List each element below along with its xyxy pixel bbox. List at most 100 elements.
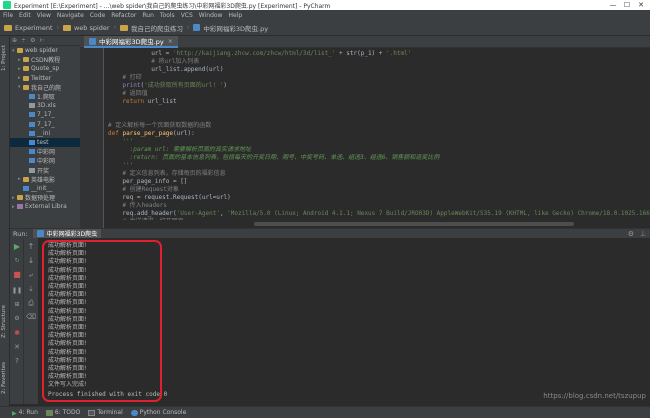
menu-file[interactable]: File bbox=[3, 12, 13, 19]
editor-tab-active[interactable]: 中彩网福彩3D爬虫.py × bbox=[84, 36, 178, 48]
run-toolbar-secondary: ↑ ↓ ⤶ ⇣ ⎙ ⌫ bbox=[24, 238, 38, 404]
help-icon[interactable]: ? bbox=[12, 356, 22, 366]
console-line: 成功解析页面! bbox=[48, 365, 87, 372]
close-tab-icon[interactable]: × bbox=[168, 38, 173, 45]
code-token: # 打印 bbox=[122, 74, 142, 81]
menu-run[interactable]: Run bbox=[142, 12, 154, 19]
menu-code[interactable]: Code bbox=[90, 12, 105, 19]
up-arrow-icon[interactable]: ↑ bbox=[26, 242, 36, 252]
code-line: return url_list bbox=[122, 98, 176, 106]
pause-icon[interactable]: ❚❚ bbox=[12, 286, 22, 296]
gear-icon[interactable]: ⚙ bbox=[628, 230, 634, 238]
maximize-button[interactable]: ☐ bbox=[620, 0, 634, 10]
tree-item[interactable]: 7_17_ bbox=[10, 110, 80, 119]
tree-item[interactable]: ▸ Twitter bbox=[10, 74, 80, 83]
breadcrumb-item-practice[interactable]: 我自己的爬虫练习 bbox=[120, 23, 183, 33]
tree-item-label: Quote_sp bbox=[31, 65, 60, 73]
project-tree: ▾ web spider ▸ CSDN教程 ▸ Quote_sp ▸ Twitter ▾ 我自己的… bbox=[10, 46, 80, 211]
menu-tools[interactable]: Tools bbox=[160, 12, 175, 19]
tree-item[interactable]: __init__ bbox=[10, 184, 80, 193]
bottom-tab-label: 6: TODO bbox=[54, 409, 81, 416]
folder-icon bbox=[120, 24, 128, 31]
tree-item[interactable]: 中彩网 bbox=[10, 147, 80, 156]
close-run-icon[interactable]: ✕ bbox=[12, 342, 22, 352]
folder-icon bbox=[62, 24, 71, 31]
menu-navigate[interactable]: Navigate bbox=[57, 12, 84, 19]
console-line: 成功解析页面! bbox=[48, 299, 87, 307]
code-line: url_list.append(url) bbox=[151, 66, 223, 74]
code-token: url_list bbox=[147, 98, 177, 105]
collapse-icon[interactable]: ÷ bbox=[21, 37, 26, 44]
title-bar: Experiment [E:\Experiment] - ...\web spi… bbox=[0, 0, 650, 10]
tree-item[interactable]: ▸ 英雄电影 bbox=[10, 175, 80, 184]
dump-threads-icon[interactable]: ⊞ bbox=[12, 300, 22, 310]
tree-item-label: 我自己的爬 bbox=[31, 84, 62, 92]
down-arrow-icon[interactable]: ↓ bbox=[26, 256, 36, 266]
bottom-tab-python-console[interactable]: Python Console bbox=[130, 409, 186, 416]
project-panel: ⊕ ÷ ⚙ ⊢ ▾ web spider ▸ CSDN教程 ▸ Quote_sp ▸ Twit… bbox=[10, 36, 80, 228]
breadcrumb-label: web spider bbox=[73, 23, 110, 32]
menu-edit[interactable]: Edit bbox=[19, 12, 31, 19]
breadcrumb-item-experiment[interactable]: Experiment bbox=[4, 24, 53, 32]
breadcrumb-label: 中彩网福彩3D爬虫.py bbox=[203, 24, 269, 33]
editor-tab-label: 中彩网福彩3D爬虫.py bbox=[99, 38, 164, 46]
scrollbar-thumb[interactable] bbox=[254, 222, 574, 226]
code-editor[interactable]: url = 'http://kaijiang.zhcw.com/zhcw/htm… bbox=[104, 48, 650, 228]
menu-help[interactable]: Help bbox=[228, 12, 242, 19]
bottom-tab-todo[interactable]: 6: TODO bbox=[45, 409, 81, 416]
hide-panel-icon[interactable]: ⊥ bbox=[640, 230, 646, 238]
bottom-tab-run[interactable]: ▶ 4: Run bbox=[12, 409, 38, 417]
close-window-button[interactable]: ✕ bbox=[634, 0, 648, 10]
structure-tool-tab[interactable]: Z: Structure bbox=[1, 302, 9, 342]
tree-item[interactable]: test bbox=[10, 137, 80, 148]
print-icon[interactable]: ⎙ bbox=[26, 298, 36, 308]
menu-vcs[interactable]: VCS bbox=[181, 12, 193, 19]
tree-item[interactable]: 3D.xls bbox=[10, 101, 80, 110]
rerun-icon[interactable]: ▶ bbox=[12, 242, 22, 252]
menu-refactor[interactable]: Refactor bbox=[111, 12, 136, 19]
tree-item[interactable]: 中彩网 bbox=[10, 156, 80, 165]
minimize-button[interactable]: — bbox=[606, 0, 620, 10]
favorites-tool-tab[interactable]: 2: Favorites bbox=[1, 358, 9, 398]
menu-window[interactable]: Window bbox=[199, 12, 223, 19]
tree-item[interactable]: 1.爬取 bbox=[10, 92, 80, 101]
folder-icon bbox=[23, 66, 29, 72]
soft-wrap-icon[interactable]: ⤶ bbox=[26, 270, 36, 280]
tree-item-label: 数据预处理 bbox=[25, 195, 56, 203]
pycharm-logo-icon bbox=[3, 1, 11, 9]
rerun-alt-icon[interactable]: ↻ bbox=[12, 256, 22, 266]
run-config-tab[interactable]: 中彩网福彩3D爬虫 bbox=[32, 228, 102, 239]
folder-icon bbox=[23, 176, 29, 182]
project-tool-tab[interactable]: 1: Project bbox=[1, 40, 9, 76]
tree-item[interactable]: 开奖 bbox=[10, 165, 80, 175]
console-line: 成功解析页面! bbox=[48, 340, 87, 348]
tree-item[interactable]: ▸ External Libra bbox=[10, 202, 80, 211]
breadcrumb-item-file[interactable]: 中彩网福彩3D爬虫.py bbox=[193, 23, 268, 33]
hide-panel-icon[interactable]: ⊢ bbox=[39, 37, 44, 44]
tree-item[interactable]: ▸ 数据预处理 bbox=[10, 193, 80, 203]
code-token: req = request.Request(url=url) bbox=[122, 194, 231, 201]
tree-item[interactable]: __ini bbox=[10, 129, 80, 138]
menu-view[interactable]: View bbox=[37, 12, 51, 19]
clear-icon[interactable]: ⌫ bbox=[26, 312, 36, 322]
tree-item[interactable]: 7_17_ bbox=[10, 120, 80, 129]
gear-icon[interactable]: ⚙ bbox=[30, 37, 35, 44]
stop-icon[interactable]: ■ bbox=[12, 270, 22, 280]
run-console-output[interactable]: 成功解析页面! 成功解析页面! 成功解析页面! 成功解析页面! 成功解析页面! 成功解析页… bbox=[38, 238, 650, 404]
tree-item[interactable]: ▸ Quote_sp bbox=[10, 64, 80, 73]
breadcrumb-separator: › bbox=[56, 24, 59, 31]
bottom-tab-terminal[interactable]: Terminal bbox=[88, 409, 123, 416]
tree-item-label: 英雄电影 bbox=[31, 176, 56, 184]
locate-icon[interactable]: ⊕ bbox=[12, 37, 17, 44]
tree-item[interactable]: ▾ 我自己的爬 bbox=[10, 83, 80, 92]
settings-icon[interactable]: ⚙ bbox=[12, 314, 22, 324]
pin-icon[interactable]: ✱ bbox=[12, 328, 22, 338]
tree-item[interactable]: ▸ CSDN教程 bbox=[10, 55, 80, 65]
breadcrumb-item-web-spider[interactable]: web spider bbox=[62, 23, 110, 32]
tree-item[interactable]: ▾ web spider bbox=[10, 46, 80, 55]
scroll-to-end-icon[interactable]: ⇣ bbox=[26, 284, 36, 294]
console-line: 成功解析页面! bbox=[48, 348, 87, 356]
tree-item-label: 开奖 bbox=[37, 167, 50, 175]
editor-horizontal-scrollbar[interactable] bbox=[104, 220, 650, 228]
tree-item-label: __ini bbox=[37, 129, 51, 137]
